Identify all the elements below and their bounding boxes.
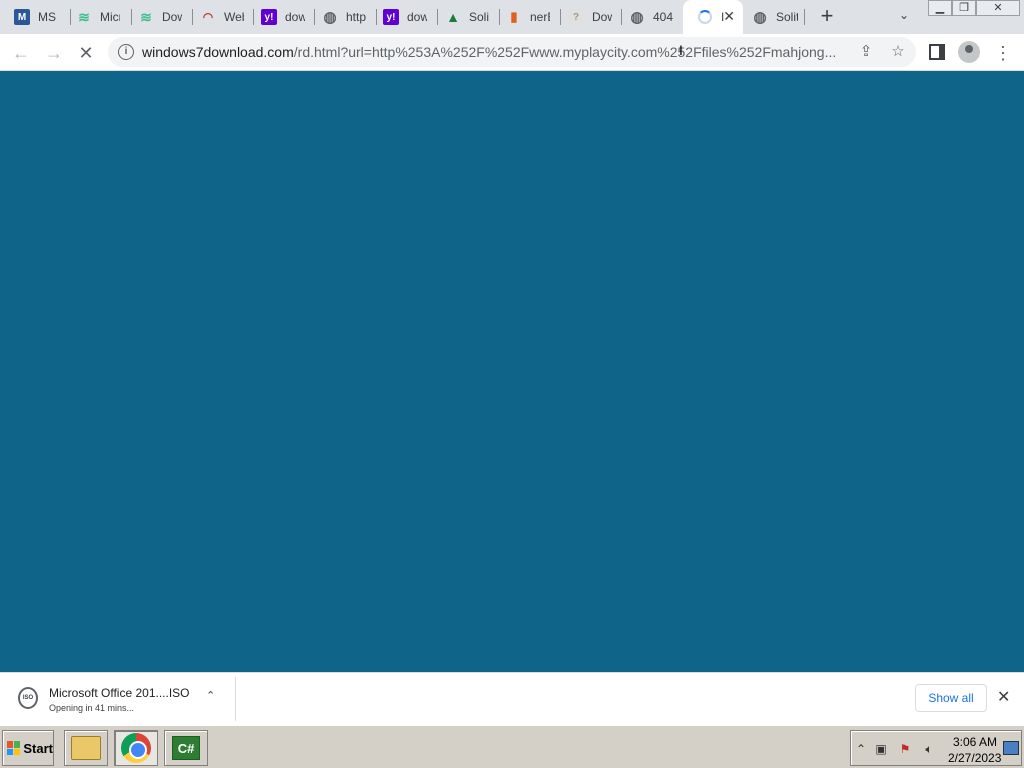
download-shelf: ISO Microsoft Office 201....ISO Opening … xyxy=(0,672,1024,725)
windows-logo-icon xyxy=(7,741,21,755)
tab-yahoo-dow-2[interactable]: y! dow xyxy=(369,6,437,28)
tab-yahoo-dow-1[interactable]: y! dow xyxy=(247,6,315,28)
page-content xyxy=(0,71,1024,672)
csharp-icon: C# xyxy=(172,736,200,760)
tab-title: dow xyxy=(407,10,427,24)
tab-web[interactable]: ◠ Web xyxy=(186,6,254,28)
tree-icon: ▲ xyxy=(446,9,460,25)
yahoo-icon: y! xyxy=(261,9,277,25)
page-icon: ? xyxy=(568,9,584,25)
tab-title: http xyxy=(346,10,367,24)
close-tab-icon[interactable]: ✕ xyxy=(723,8,735,25)
restore-button[interactable]: ❐ xyxy=(952,0,976,16)
bar-chart-icon: ▮ xyxy=(510,9,518,24)
chevron-up-icon[interactable]: ⌃ xyxy=(206,689,215,702)
share-icon[interactable]: ⇪ xyxy=(856,42,876,62)
tab-search-chevron-icon[interactable]: ⌄ xyxy=(894,8,914,26)
close-window-button[interactable]: ✕ xyxy=(976,0,1020,16)
feather-icon: ≋ xyxy=(78,8,90,25)
close-shelf-icon[interactable]: ✕ xyxy=(997,687,1010,707)
download-filename: Microsoft Office 201....ISO xyxy=(49,686,190,700)
info-icon[interactable]: i xyxy=(118,44,134,60)
tab-title: 404 xyxy=(653,10,674,24)
tab-title: Solit xyxy=(776,10,798,24)
clock-date[interactable]: 2/27/2023 xyxy=(948,751,1001,765)
tab-solit-2[interactable]: ◍ Solit xyxy=(738,6,804,28)
tab-ms-office[interactable]: M MS O xyxy=(0,6,70,28)
address-bar[interactable]: i windows7download.com/rd.html?url=http%… xyxy=(108,37,916,67)
system-tray: ⌃ ▣ ⚑ 🔈︎ 3:06 AM 2/27/2023 xyxy=(850,730,1022,766)
feather-icon: ≋ xyxy=(140,8,152,25)
rainbow-icon: ◠ xyxy=(202,10,214,24)
new-tab-button[interactable]: + xyxy=(814,4,840,30)
url-host: windows7download.com xyxy=(142,44,294,60)
network-icon[interactable]: ▣ xyxy=(873,741,889,757)
tab-solit-1[interactable]: ▲ Solit xyxy=(431,6,499,28)
tab-title: Dow xyxy=(592,10,612,24)
profile-avatar[interactable] xyxy=(958,41,980,63)
taskbar-csharp[interactable]: C# xyxy=(164,730,208,766)
browser-toolbar: ← → ✕ i windows7download.com/rd.html?url… xyxy=(0,34,1024,71)
clock-time[interactable]: 3:06 AM xyxy=(953,735,997,749)
url-text[interactable]: windows7download.com/rd.html?url=http%25… xyxy=(142,44,842,60)
url-path: /rd.html?url=http%253A%252F%252Fwww.mypl… xyxy=(293,44,837,60)
tab-title: dow xyxy=(285,10,305,24)
tab-title: Micr xyxy=(100,10,120,24)
tab-title: Dow xyxy=(162,10,182,24)
globe-icon: ◍ xyxy=(630,9,644,26)
show-hidden-icons-icon[interactable]: ⌃ xyxy=(853,741,869,757)
globe-icon: ◍ xyxy=(753,9,767,26)
tab-dow-2[interactable]: ? Dow xyxy=(554,6,622,28)
tab-title: nerE xyxy=(530,10,550,24)
volume-icon[interactable]: 🔈︎ xyxy=(921,741,937,757)
tab-micr[interactable]: ≋ Micr xyxy=(62,6,132,28)
start-button[interactable]: Start xyxy=(2,730,54,766)
forward-button[interactable]: → xyxy=(41,40,67,66)
action-center-icon[interactable]: ⚑ xyxy=(897,741,913,757)
tab-title: Solit xyxy=(469,10,489,24)
tab-strip: M MS O ≋ Micr ≋ Dow ◠ Web y! dow ◍ http … xyxy=(0,0,1024,34)
download-status: Opening in 41 mins... xyxy=(49,703,135,713)
text-cursor-icon: I xyxy=(679,42,683,58)
tab-http[interactable]: ◍ http xyxy=(308,6,376,28)
tab-nere[interactable]: ▮ nerE xyxy=(492,6,560,28)
tab-404[interactable]: ◍ 404 xyxy=(615,6,683,28)
side-panel-icon[interactable] xyxy=(929,44,945,60)
minimize-button[interactable]: ▁ xyxy=(928,0,952,16)
chrome-icon xyxy=(121,733,151,763)
yahoo-icon: y! xyxy=(383,9,399,25)
globe-icon: ◍ xyxy=(323,9,337,26)
taskbar-chrome[interactable] xyxy=(114,730,158,766)
ms-icon: M xyxy=(14,9,30,25)
menu-dots-icon[interactable]: ⋮ xyxy=(990,40,1016,66)
loading-spinner-icon xyxy=(697,9,713,25)
star-icon[interactable]: ☆ xyxy=(888,42,908,62)
download-item[interactable]: ISO Microsoft Office 201....ISO Opening … xyxy=(8,677,236,721)
taskbar: Start C# ⌃ ▣ ⚑ 🔈︎ 3:06 AM 2/27/2023 xyxy=(0,725,1024,768)
tab-title: MS O xyxy=(38,10,58,24)
show-desktop-icon[interactable] xyxy=(1003,741,1019,755)
back-button[interactable]: ← xyxy=(8,40,34,66)
show-all-button[interactable]: Show all xyxy=(915,684,987,712)
iso-file-icon: ISO xyxy=(18,687,38,709)
folder-icon xyxy=(71,736,101,760)
tab-active-loading[interactable]: I ✕ xyxy=(683,0,743,34)
taskbar-file-explorer[interactable] xyxy=(64,730,108,766)
tab-title: Web xyxy=(224,10,244,24)
start-label: Start xyxy=(23,740,53,756)
stop-button[interactable]: ✕ xyxy=(73,40,99,66)
tab-dow-1[interactable]: ≋ Dow xyxy=(124,6,192,28)
